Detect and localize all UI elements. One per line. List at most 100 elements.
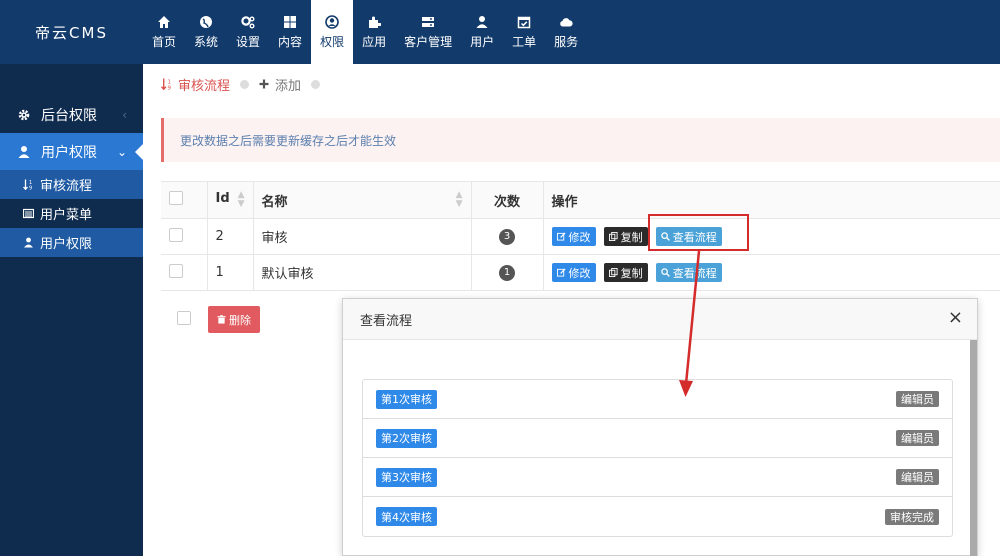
modal-title: 查看流程 xyxy=(360,313,413,329)
nav-label: 工单 xyxy=(512,34,537,49)
nav-customers[interactable]: 客户管理 xyxy=(395,0,461,64)
list-icon xyxy=(23,208,34,219)
plus-icon xyxy=(259,79,269,89)
view-flow-modal: 查看流程 × 第1次审核 编辑员 第2次审核 编辑员 第3次审核 编辑员 第4次… xyxy=(342,298,978,556)
view-flow-button[interactable]: 查看流程 xyxy=(655,263,722,282)
user-icon xyxy=(24,237,33,248)
row-checkbox[interactable] xyxy=(169,263,183,278)
svg-text:9: 9 xyxy=(29,186,32,191)
nav-label: 应用 xyxy=(362,34,387,49)
edit-button[interactable]: 修改 xyxy=(551,263,596,282)
sidebar-group-user-permissions[interactable]: 用户权限 ⌄ xyxy=(0,133,144,170)
top-bar: 帝云CMS 首页 系统 设置 内容 权限 应用 客户管理 用户 工单 服务 xyxy=(0,0,1000,64)
sidebar-item-label: 审核流程 xyxy=(40,179,93,194)
nav-system[interactable]: 系统 xyxy=(185,0,227,64)
table-row: 1 默认审核 1 修改 复制 查看流程 xyxy=(161,254,1000,291)
row-name: 审核 xyxy=(252,218,471,255)
user-icon xyxy=(18,145,30,158)
flow-step-label: 第1次审核 xyxy=(376,389,437,409)
search-icon xyxy=(661,268,670,277)
header-actions: 操作 xyxy=(542,181,1000,219)
flow-role-badge: 编辑员 xyxy=(896,391,939,407)
table-row: 2 审核 3 修改 复制 查看流程 xyxy=(161,218,1000,255)
flow-role-badge: 编辑员 xyxy=(896,469,939,485)
row-name: 默认审核 xyxy=(252,254,471,291)
flow-step-label: 第3次审核 xyxy=(376,467,437,487)
nav-label: 用户 xyxy=(470,34,495,49)
edit-icon xyxy=(556,232,566,241)
review-flow-table: Id ▲ ▼ 名称 ▲ ▼ 次数 操作 2 审核 3 修改 复制 查看流程 1 默认审核… xyxy=(161,181,1000,291)
nav-label: 客户管理 xyxy=(404,34,453,49)
row-check-cell xyxy=(161,254,207,291)
chevron-left-icon: ‹ xyxy=(122,108,127,122)
server-icon xyxy=(422,16,435,27)
nav-settings[interactable]: 设置 xyxy=(227,0,269,64)
user-circle-icon xyxy=(325,14,339,29)
cogs-icon xyxy=(241,15,255,28)
edit-icon xyxy=(556,268,566,277)
nav-home[interactable]: 首页 xyxy=(143,0,185,64)
copy-button[interactable]: 复制 xyxy=(603,263,648,282)
header-id[interactable]: Id ▲ ▼ xyxy=(206,181,253,219)
breadcrumb-add[interactable]: 添加 xyxy=(259,75,301,94)
annotation-highlight-box xyxy=(648,214,749,251)
globe-icon xyxy=(200,15,213,28)
nav-users[interactable]: 用户 xyxy=(461,0,503,64)
nav-services[interactable]: 服务 xyxy=(545,0,587,64)
cache-warning-alert: 更改数据之后需要更新缓存之后才能生效 xyxy=(161,118,1000,162)
delete-button[interactable]: 删除 xyxy=(208,306,260,333)
list-item: 第2次审核 编辑员 xyxy=(363,419,952,458)
header-count: 次数 xyxy=(470,181,543,219)
breadcrumb: 19 审核流程 添加 xyxy=(161,72,330,96)
nav-label: 系统 xyxy=(194,34,219,49)
count-badge: 1 xyxy=(499,264,515,281)
breadcrumb-separator xyxy=(311,79,321,89)
sidebar-item-label: 用户菜单 xyxy=(40,208,93,223)
svg-text:9: 9 xyxy=(168,85,172,90)
nav-label: 首页 xyxy=(152,34,177,49)
header-name[interactable]: 名称 ▲ ▼ xyxy=(252,181,471,219)
close-icon[interactable]: × xyxy=(948,308,963,328)
edit-button[interactable]: 修改 xyxy=(551,227,596,246)
sidebar-item-review-flow[interactable]: 19 审核流程 xyxy=(0,170,143,199)
breadcrumb-current-label: 审核流程 xyxy=(178,78,231,94)
select-all-cell xyxy=(161,181,207,219)
row-id: 2 xyxy=(206,218,253,255)
flow-step-label: 第4次审核 xyxy=(376,507,437,526)
nav-tickets[interactable]: 工单 xyxy=(503,0,545,64)
row-id: 1 xyxy=(206,254,253,291)
flow-role-badge: 编辑员 xyxy=(896,430,939,446)
home-icon xyxy=(158,15,170,28)
sort-numeric-icon: 19 xyxy=(23,179,32,191)
sidebar-group-admin-permissions[interactable]: 后台权限 ‹ xyxy=(0,96,143,133)
nav-content[interactable]: 内容 xyxy=(269,0,311,64)
row-checkbox[interactable] xyxy=(169,227,183,242)
nav-apps[interactable]: 应用 xyxy=(353,0,395,64)
modal-header: 查看流程 xyxy=(343,299,977,340)
breadcrumb-current[interactable]: 19 审核流程 xyxy=(161,75,230,94)
brand-logo[interactable]: 帝云CMS xyxy=(0,0,143,64)
user-icon xyxy=(476,15,488,28)
cloud-icon xyxy=(560,17,573,26)
flow-role-badge: 审核完成 xyxy=(885,508,939,525)
bulk-select-checkbox[interactable] xyxy=(177,311,191,325)
select-all-checkbox[interactable] xyxy=(169,191,183,205)
table-header-row: Id ▲ ▼ 名称 ▲ ▼ 次数 操作 xyxy=(161,181,1000,219)
list-item: 第1次审核 编辑员 xyxy=(363,380,952,419)
sidebar-group-label: 用户权限 xyxy=(41,144,97,161)
row-actions: 修改 复制 查看流程 xyxy=(542,254,1000,291)
list-item: 第4次审核 审核完成 xyxy=(363,497,952,536)
count-badge: 3 xyxy=(499,228,515,245)
copy-button[interactable]: 复制 xyxy=(603,227,648,246)
list-item: 第3次审核 编辑员 xyxy=(363,458,952,497)
sidebar-item-user-permissions[interactable]: 用户权限 xyxy=(0,228,143,257)
flow-step-list: 第1次审核 编辑员 第2次审核 编辑员 第3次审核 编辑员 第4次审核 审核完成 xyxy=(362,379,953,537)
modal-scrollbar[interactable] xyxy=(970,340,977,556)
trash-icon xyxy=(217,315,226,324)
copy-icon xyxy=(608,268,618,277)
nav-permissions[interactable]: 权限 xyxy=(311,0,354,64)
row-check-cell xyxy=(161,218,207,255)
sidebar-item-user-menu[interactable]: 用户菜单 xyxy=(0,199,143,228)
breadcrumb-separator xyxy=(240,79,250,89)
nav-label: 服务 xyxy=(554,34,579,49)
